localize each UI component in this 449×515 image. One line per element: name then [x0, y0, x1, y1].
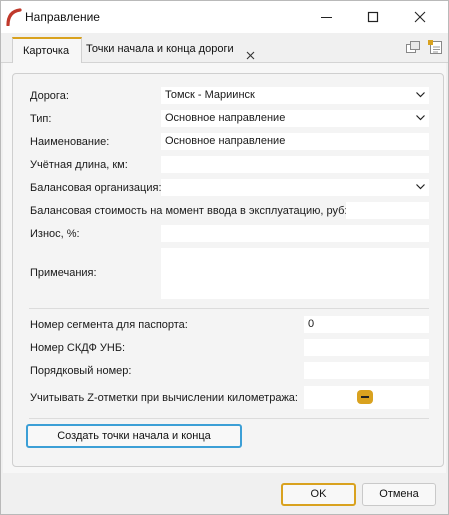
road-select[interactable]: Томск - Мариинск: [161, 87, 429, 104]
chevron-down-icon: [416, 184, 425, 190]
org-select[interactable]: [161, 179, 429, 196]
zmarks-checkbox[interactable]: [357, 390, 373, 404]
road-value: Томск - Мариинск: [165, 89, 255, 101]
type-select[interactable]: Основное направление: [161, 110, 429, 127]
tab-card[interactable]: Карточка: [12, 37, 82, 64]
maximize-button[interactable]: [350, 1, 396, 33]
window-title: Направление: [25, 10, 100, 24]
type-label: Тип:: [30, 113, 52, 125]
dialog-window: Направление Карточка Точки начала и конц…: [0, 0, 449, 515]
close-icon: [414, 11, 426, 23]
maximize-icon: [367, 11, 379, 23]
order-label: Порядковый номер:: [30, 365, 132, 377]
ok-button[interactable]: OK: [281, 483, 356, 506]
tab-road-points[interactable]: Точки начала и конца дороги: [83, 37, 261, 64]
skdf-label: Номер СКДФ УНБ:: [30, 342, 126, 354]
road-label: Дорога:: [30, 90, 69, 102]
type-value: Основное направление: [165, 112, 286, 124]
separator: [29, 418, 429, 419]
notes-textarea[interactable]: [161, 248, 429, 299]
notes-label: Примечания:: [30, 267, 97, 279]
wear-input[interactable]: [161, 225, 429, 242]
tab-card-label: Карточка: [23, 45, 70, 57]
name-label: Наименование:: [30, 136, 110, 148]
segment-input[interactable]: 0: [304, 316, 429, 333]
card-view-icon[interactable]: [427, 39, 443, 55]
create-points-button[interactable]: Создать точки начала и конца: [26, 424, 242, 448]
chevron-down-icon: [416, 92, 425, 98]
zmarks-label: Учитывать Z-отметки при вычислении килом…: [30, 392, 298, 404]
order-input[interactable]: [304, 362, 429, 379]
minimize-button[interactable]: [304, 1, 350, 33]
cancel-button[interactable]: Отмена: [362, 483, 436, 506]
length-label: Учётная длина, км:: [30, 159, 128, 171]
close-button[interactable]: [397, 1, 443, 33]
app-logo-icon: [6, 8, 22, 27]
tab-strip: Карточка Точки начала и конца дороги: [1, 33, 448, 64]
chevron-down-icon: [416, 115, 425, 121]
skdf-input[interactable]: [304, 339, 429, 356]
wear-label: Износ, %:: [30, 228, 80, 240]
tab-road-points-label: Точки начала и конца дороги: [86, 43, 234, 55]
length-input[interactable]: [161, 156, 429, 173]
segment-label: Номер сегмента для паспорта:: [30, 319, 188, 331]
name-value: Основное направление: [165, 135, 286, 147]
dialog-footer: OK Отмена: [1, 473, 448, 514]
name-input[interactable]: Основное направление: [161, 133, 429, 150]
minimize-icon: [321, 17, 332, 18]
separator: [29, 308, 429, 309]
segment-value: 0: [308, 318, 315, 330]
title-bar[interactable]: Направление: [1, 1, 448, 33]
windows-icon[interactable]: [405, 39, 421, 55]
cost-label: Балансовая стоимость на момент ввода в э…: [30, 205, 348, 217]
org-label: Балансовая организация:: [30, 182, 162, 194]
cost-input[interactable]: [346, 202, 429, 219]
